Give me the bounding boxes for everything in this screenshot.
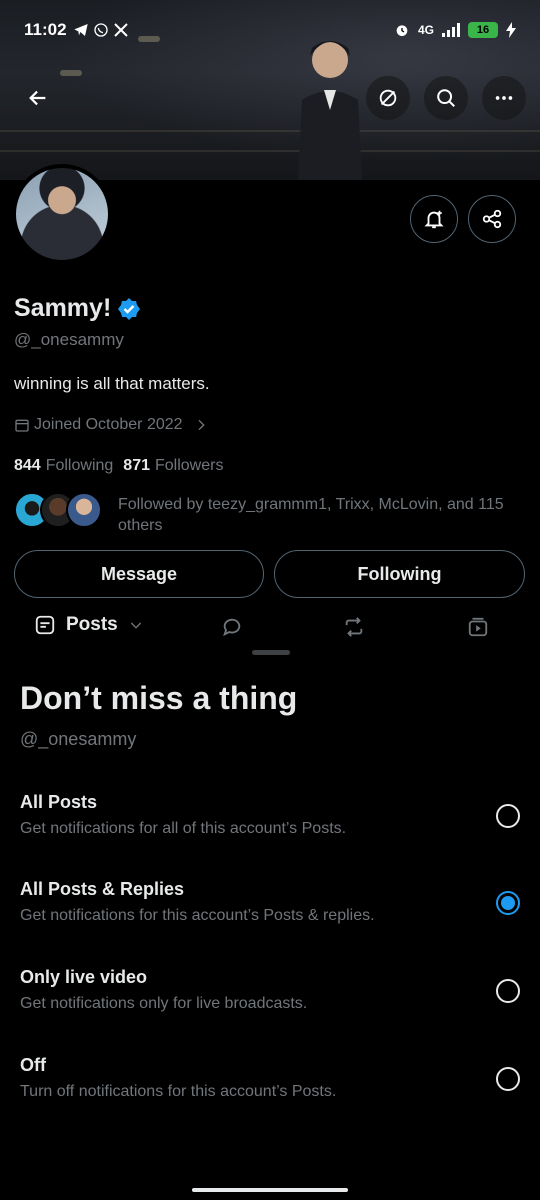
followers-link[interactable]: 871 Followers	[123, 457, 223, 475]
followers-count: 871	[123, 457, 150, 474]
status-time: 11:02	[24, 20, 67, 39]
avatar	[66, 492, 102, 528]
option-description: Get notifications only for live broadcas…	[20, 995, 308, 1012]
message-button[interactable]: Message	[14, 550, 264, 598]
posts-icon	[35, 615, 55, 635]
option-live-video[interactable]: Only live video Get notifications only f…	[0, 967, 540, 1037]
network-type: 4G	[417, 23, 434, 37]
share-icon	[482, 209, 502, 229]
bell-plus-icon	[424, 210, 444, 229]
reply-icon	[223, 618, 241, 637]
more-icon	[495, 96, 513, 100]
radio-live-video[interactable]	[496, 979, 520, 1003]
joined-date[interactable]: Joined October 2022	[14, 416, 209, 434]
following-link[interactable]: 844 Following	[14, 457, 113, 475]
profile-handle: @_onesammy	[14, 330, 124, 349]
option-description: Get notifications for all of this accoun…	[20, 820, 347, 837]
option-title: Only live video	[20, 967, 148, 987]
chevron-right-icon	[198, 419, 205, 431]
signal-icon	[442, 23, 460, 37]
tab-posts-label: Posts	[66, 614, 118, 635]
followed-by-text[interactable]: Followed by teezy_grammm1, Trixx, McLovi…	[118, 494, 518, 536]
search-button[interactable]	[424, 76, 468, 120]
option-all-posts-replies[interactable]: All Posts & Replies Get notifications fo…	[0, 879, 540, 949]
radio-off[interactable]	[496, 1067, 520, 1091]
alarm-icon	[396, 25, 408, 36]
x-logo-icon	[113, 23, 128, 37]
option-title: All Posts	[20, 792, 98, 812]
radio-all-posts-replies[interactable]	[496, 891, 520, 915]
verified-badge-icon[interactable]	[117, 297, 141, 321]
sheet-grabber[interactable]	[252, 650, 290, 655]
following-button[interactable]: Following	[274, 550, 525, 598]
whatsapp-icon	[93, 23, 108, 37]
notifications-button[interactable]	[410, 195, 458, 243]
option-title: All Posts & Replies	[20, 879, 185, 899]
sheet-handle: @_onesammy	[20, 729, 137, 749]
option-all-posts[interactable]: All Posts Get notifications for all of t…	[0, 792, 540, 862]
following-count: 844	[14, 457, 41, 474]
follow-counts: 844 Following 871 Followers	[14, 457, 223, 475]
calendar-icon	[15, 419, 29, 432]
status-bar: 11:02 4G 16	[0, 0, 540, 60]
grok-button[interactable]	[366, 76, 410, 120]
more-button[interactable]	[482, 76, 526, 120]
following-label: Following	[45, 457, 114, 474]
battery-indicator: 16	[468, 22, 498, 38]
telegram-icon	[73, 24, 88, 36]
option-description: Turn off notifications for this account’…	[20, 1083, 337, 1100]
back-button[interactable]	[16, 76, 60, 120]
tab-replies[interactable]	[220, 616, 244, 643]
back-arrow-icon	[29, 90, 46, 106]
chevron-down-icon	[130, 622, 141, 629]
repost-icon	[345, 617, 363, 637]
grok-icon	[379, 89, 397, 107]
search-icon	[437, 89, 455, 107]
sheet-title: Don’t miss a thing	[20, 680, 298, 716]
radio-all-posts[interactable]	[496, 804, 520, 828]
video-icon	[468, 617, 488, 637]
display-name: Sammy!	[14, 294, 141, 323]
tab-media[interactable]	[466, 616, 490, 643]
joined-text: Joined October 2022	[34, 416, 183, 433]
home-indicator[interactable]	[192, 1188, 348, 1192]
option-off[interactable]: Off Turn off notifications for this acco…	[0, 1055, 540, 1125]
avatar[interactable]	[12, 164, 112, 264]
tab-posts[interactable]: Posts	[34, 614, 144, 636]
option-title: Off	[20, 1055, 46, 1075]
followed-by-avatars[interactable]	[14, 492, 102, 528]
profile-bio: winning is all that matters.	[14, 374, 210, 393]
option-description: Get notifications for this account’s Pos…	[20, 907, 375, 924]
tab-reposts[interactable]	[342, 616, 366, 643]
display-name-text: Sammy!	[14, 294, 112, 322]
charging-icon	[506, 22, 516, 38]
followers-label: Followers	[155, 457, 224, 474]
share-button[interactable]	[468, 195, 516, 243]
